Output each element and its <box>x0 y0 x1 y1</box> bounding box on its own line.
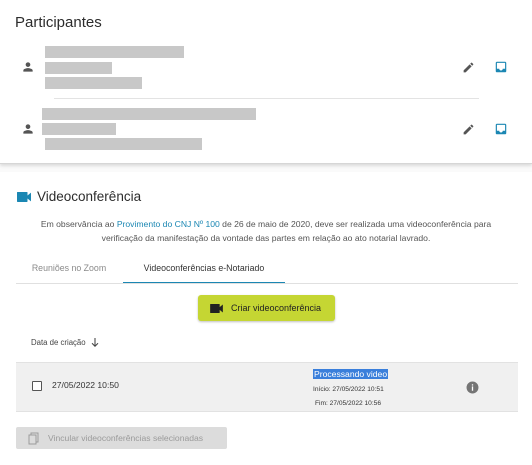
participant-row <box>0 106 532 156</box>
participant-row <box>0 44 532 94</box>
end-time: Fim: 27/05/2022 10:56 <box>315 400 381 407</box>
section-title: Videoconferência <box>37 189 142 204</box>
person-icon <box>23 124 33 134</box>
edit-icon[interactable] <box>462 61 475 74</box>
column-header-label: Data de criação <box>31 338 86 347</box>
videocam-icon <box>210 303 223 313</box>
create-button-label: Criar videoconferência <box>231 303 322 313</box>
cnj-notice: Em observância ao Provimento do CNJ Nº 1… <box>20 217 512 245</box>
status-text: Processando video <box>313 369 389 379</box>
videoconf-tabs: Reuniões no Zoom Videoconferências e-Not… <box>16 256 518 284</box>
table-row: 27/05/2022 10:50 Processando video Iníci… <box>16 362 518 412</box>
info-icon[interactable] <box>466 381 479 394</box>
redacted-document <box>42 123 116 135</box>
tab-zoom-meetings[interactable]: Reuniões no Zoom <box>24 256 114 284</box>
edit-icon[interactable] <box>462 123 475 136</box>
creation-date: 27/05/2022 10:50 <box>52 380 119 390</box>
inbox-icon[interactable] <box>494 122 508 136</box>
redacted-detail <box>45 77 142 89</box>
start-time: Início: 27/05/2022 10:51 <box>313 386 384 393</box>
link-selected-button[interactable]: Vincular videoconferências selecionadas <box>16 427 227 449</box>
copy-icon <box>28 432 39 444</box>
tab-enotariado[interactable]: Videoconferências e-Notariado <box>123 256 285 284</box>
participants-title: Participantes <box>15 14 102 31</box>
participants-card: Participantes <box>0 0 532 164</box>
redacted-name <box>45 46 184 58</box>
provimento-link[interactable]: Provimento do CNJ Nº 100 <box>117 219 220 229</box>
inbox-icon[interactable] <box>494 60 508 74</box>
person-icon <box>23 62 33 72</box>
row-checkbox[interactable] <box>32 381 42 391</box>
link-button-label: Vincular videoconferências selecionadas <box>48 433 204 443</box>
notice-text: Em observância ao <box>40 219 117 229</box>
redacted-name <box>42 108 256 120</box>
tabs-underline <box>16 283 518 284</box>
redacted-document <box>45 62 112 74</box>
section-header: Videoconferência <box>17 189 141 204</box>
redacted-detail <box>45 138 202 150</box>
create-videoconference-button[interactable]: Criar videoconferência <box>198 295 335 321</box>
videoconference-section: Videoconferência Em observância ao Provi… <box>0 172 532 465</box>
sort-by-date-header[interactable]: Data de criação <box>31 338 99 347</box>
arrow-down-icon <box>91 338 98 347</box>
participant-divider <box>54 98 479 99</box>
videocam-icon <box>17 191 31 202</box>
